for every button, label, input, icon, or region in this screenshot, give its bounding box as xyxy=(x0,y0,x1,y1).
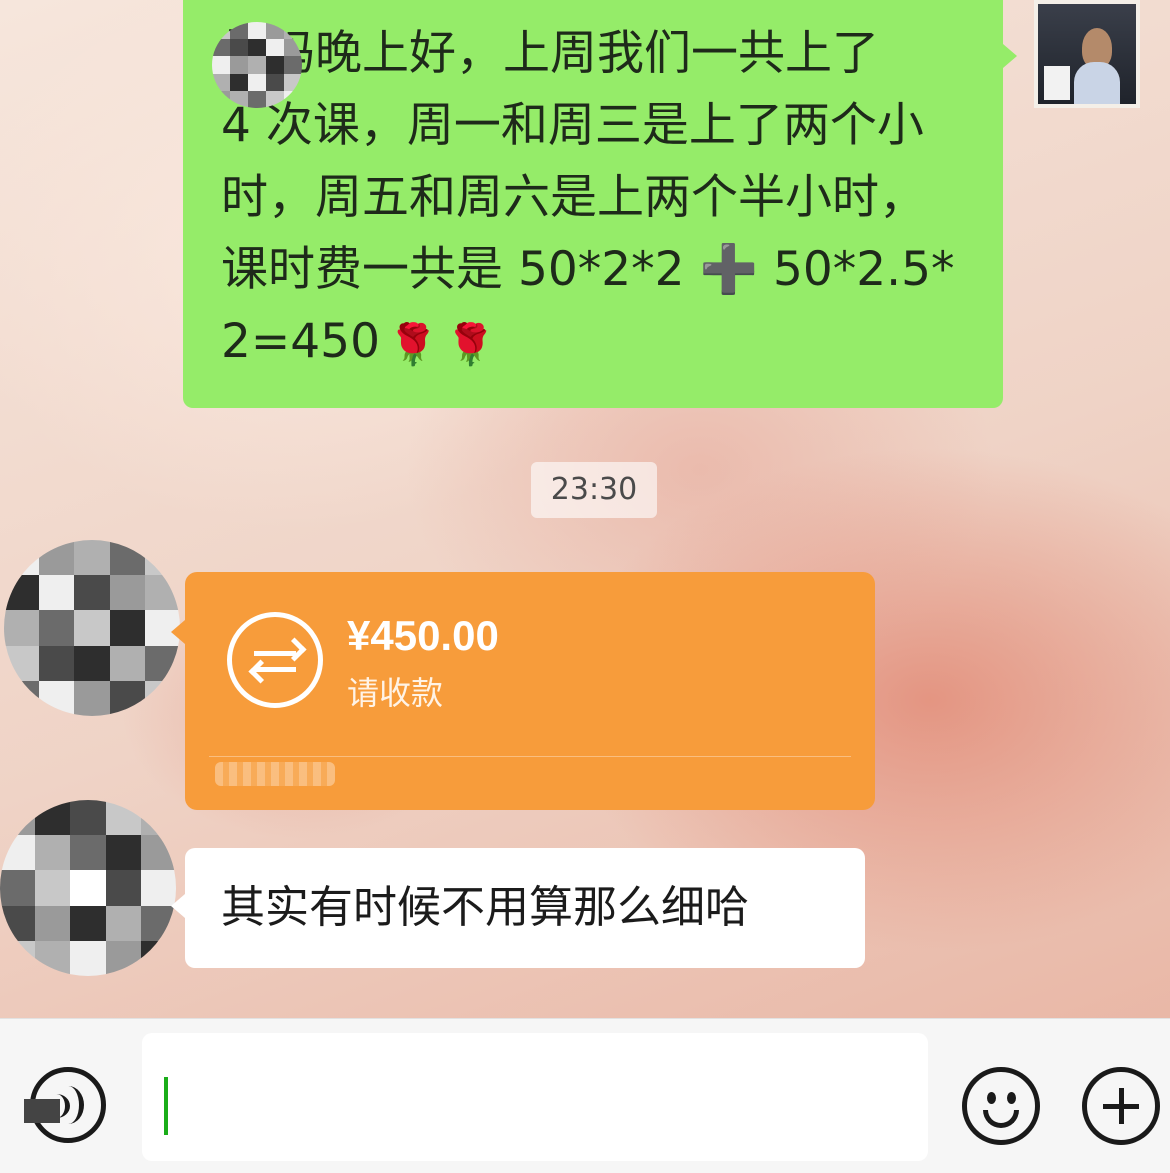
voice-icon-overlay xyxy=(24,1099,60,1123)
rose-icon: 🌹 xyxy=(445,321,496,368)
message-line-5: 2=450 xyxy=(221,314,380,369)
avatar-mosaic-cell xyxy=(248,56,266,74)
avatar-mosaic-cell xyxy=(74,645,110,681)
receiver-avatar[interactable] xyxy=(4,540,180,716)
reply-text: 其实有时候不用算那么细哈 xyxy=(221,882,749,933)
message-line-4: 课时费一共是 50*2*2 ➕ 50*2.5* xyxy=(221,242,955,297)
receiver-avatar[interactable] xyxy=(0,800,176,976)
avatar-mosaic-cell xyxy=(35,870,71,906)
message-timestamp: 23:30 xyxy=(531,462,657,518)
avatar-mosaic-cell xyxy=(39,575,75,611)
avatar-mosaic-cell xyxy=(105,905,141,941)
transfer-amount: ¥450.00 xyxy=(347,612,499,659)
sender-avatar[interactable] xyxy=(1034,0,1140,108)
avatar-mosaic-cell xyxy=(74,680,110,716)
avatar-mosaic-cell xyxy=(70,905,106,941)
avatar-mosaic-cell xyxy=(248,90,266,108)
avatar-mosaic-cell xyxy=(284,56,302,74)
transfer-footer-redacted xyxy=(215,762,335,786)
avatar-mosaic-cell xyxy=(0,870,36,906)
avatar-mosaic-cell xyxy=(212,56,230,74)
plus-circle-icon[interactable] xyxy=(1082,1067,1160,1145)
text-caret xyxy=(164,1077,168,1135)
avatar-mosaic-cell xyxy=(266,56,284,74)
avatar-mosaic-cell xyxy=(109,610,145,646)
transfer-divider xyxy=(209,756,851,757)
transfer-arrows-icon xyxy=(227,612,323,708)
bubble-tail xyxy=(171,894,185,918)
avatar-mosaic-cell xyxy=(35,835,71,871)
reply-bubble[interactable]: 其实有时候不用算那么细哈 xyxy=(171,848,865,968)
rose-icon: 🌹 xyxy=(388,321,438,368)
transfer-card[interactable]: ¥450.00 请收款 xyxy=(171,572,875,810)
avatar-mosaic-cell xyxy=(39,610,75,646)
message-line-1: 妈妈晚上好，上周我们一共上了 xyxy=(221,26,879,81)
avatar-mosaic-cell xyxy=(74,610,110,646)
avatar-mosaic-cell xyxy=(248,22,266,40)
bubble-tail xyxy=(1003,44,1017,68)
avatar-mosaic-cell xyxy=(35,905,71,941)
avatar-mosaic-cell xyxy=(4,610,40,646)
message-line-2: 4 次课，周一和周三是上了两个小 xyxy=(221,98,924,153)
avatar-mosaic-cell xyxy=(74,575,110,611)
avatar-mosaic-cell xyxy=(248,73,266,91)
avatar-figure-body xyxy=(1074,62,1120,104)
emoji-face-icon[interactable] xyxy=(962,1067,1040,1145)
avatar-mosaic-cell xyxy=(105,835,141,871)
avatar-mosaic-cell xyxy=(105,870,141,906)
payment-request-text: 妈妈晚上好，上周我们一共上了 4 次课，周一和周三是上了两个小 时，周五和周六是… xyxy=(221,18,973,381)
avatar-mosaic-cell xyxy=(230,73,248,91)
avatar-mosaic-cell xyxy=(230,56,248,74)
avatar-mosaic-cell xyxy=(70,870,106,906)
payment-request-bubble[interactable]: 妈妈晚上好，上周我们一共上了 4 次课，周一和周三是上了两个小 时，周五和周六是… xyxy=(183,0,1017,408)
blurred-avatar-overlay xyxy=(212,22,302,108)
avatar-mosaic-cell xyxy=(70,940,106,976)
message-line-3: 时，周五和周六是上两个半小时， xyxy=(221,170,926,225)
avatar-mosaic-cell xyxy=(39,645,75,681)
avatar-mosaic-cell xyxy=(230,39,248,57)
avatar-mosaic-cell xyxy=(70,800,106,836)
avatar-mosaic-cell xyxy=(266,73,284,91)
message-input[interactable] xyxy=(142,1033,928,1161)
transfer-status: 请收款 xyxy=(347,674,444,712)
avatar-mosaic-cell xyxy=(74,540,110,576)
bubble-tail xyxy=(171,620,185,644)
avatar-mosaic-cell xyxy=(248,39,266,57)
avatar-mosaic-cell xyxy=(70,835,106,871)
avatar-paper xyxy=(1044,66,1070,100)
chat-input-bar xyxy=(0,1018,1170,1173)
avatar-mosaic-cell xyxy=(266,39,284,57)
avatar-mosaic-cell xyxy=(109,575,145,611)
avatar-mosaic-cell xyxy=(109,645,145,681)
